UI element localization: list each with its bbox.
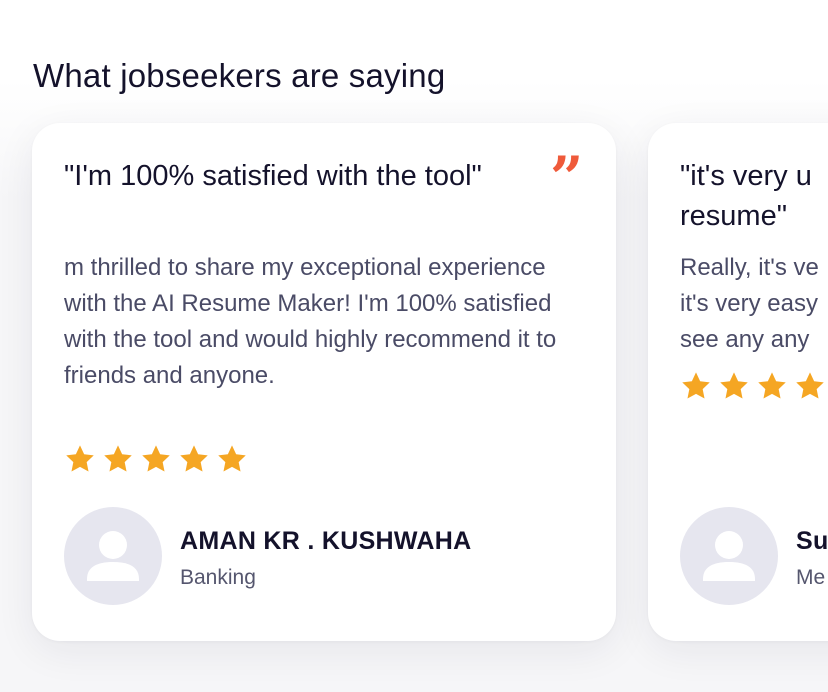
star-icon [66, 445, 94, 472]
user-placeholder-icon [703, 531, 755, 581]
testimonial-carousel[interactable]: "I'm 100% satisfied with the tool" ” m t… [32, 123, 828, 643]
testimonial-card: "it's very u resume" Really, it's ve it'… [648, 123, 828, 641]
testimonials-page: What jobseekers are saying "I'm 100% sat… [0, 0, 828, 692]
testimonial-title: "it's very u resume" [680, 160, 812, 232]
star-icon [218, 445, 246, 472]
avatar [680, 507, 778, 605]
star-icon [104, 445, 132, 472]
testimonial-body: m thrilled to share my exceptional exper… [64, 254, 557, 389]
star-icon [758, 372, 786, 399]
star-icon [180, 445, 208, 472]
author-role: Me [796, 566, 826, 589]
avatar [64, 507, 162, 605]
star-icon [682, 372, 710, 399]
testimonial-card: "I'm 100% satisfied with the tool" ” m t… [32, 123, 616, 641]
star-icon [796, 372, 824, 399]
author-name: Su [796, 527, 828, 555]
quote-icon: ” [550, 144, 583, 212]
star-rating [64, 443, 248, 475]
testimonial-body-line: see any any [680, 326, 810, 353]
testimonial-body: Really, it's ve it's very easy see any a… [680, 250, 828, 358]
star-icon [720, 372, 748, 399]
testimonial-title: "I'm 100% satisfied with the tool" [64, 160, 482, 192]
star-icon [142, 445, 170, 472]
section-title: What jobseekers are saying [33, 57, 446, 94]
author-name: AMAN KR . KUSHWAHA [180, 527, 472, 555]
user-placeholder-icon [87, 531, 139, 581]
testimonial-body-line: Really, it's ve [680, 254, 819, 281]
author-role: Banking [180, 566, 256, 589]
star-rating [680, 370, 828, 402]
testimonial-body-line: it's very easy [680, 290, 818, 317]
